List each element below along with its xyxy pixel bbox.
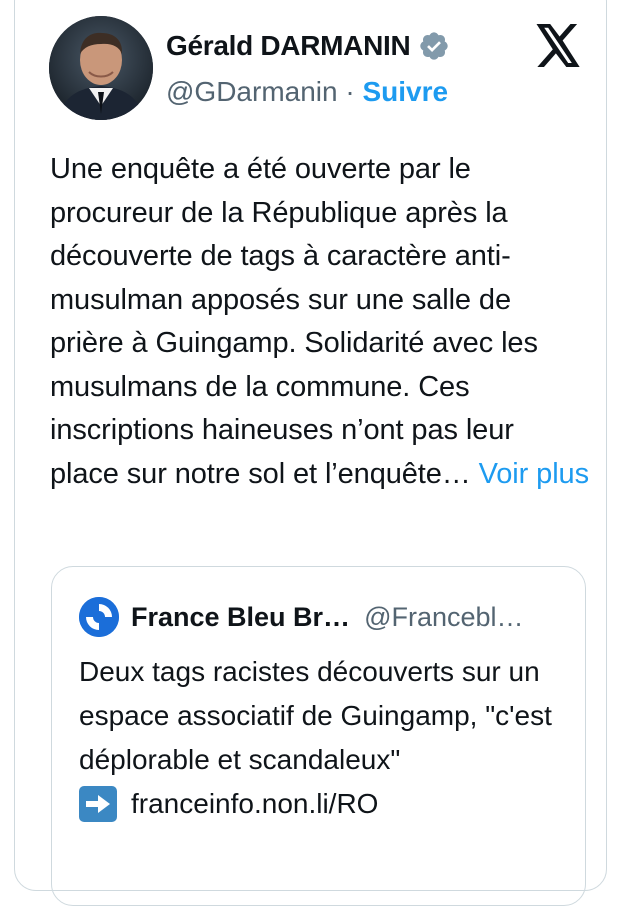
author-handle-row: @GDarmanin · Suivre xyxy=(166,76,448,108)
separator-dot: · xyxy=(345,76,355,107)
france-bleu-logo-icon xyxy=(79,597,119,637)
tweet-body: Une enquête a été ouverte par le procure… xyxy=(50,153,538,490)
quoted-link[interactable]: franceinfo.non.li/RO xyxy=(131,782,378,826)
avatar-image xyxy=(49,16,153,120)
quoted-author-handle: @Francebl… xyxy=(364,601,524,632)
tweet-text: Une enquête a été ouverte par le procure… xyxy=(50,148,590,496)
verified-badge-icon xyxy=(420,32,449,60)
author-handle[interactable]: @GDarmanin xyxy=(166,76,338,107)
quoted-author-name: France Bleu Br… xyxy=(131,601,351,632)
show-more-link[interactable]: Voir plus xyxy=(479,458,589,490)
right-arrow-emoji-icon xyxy=(79,786,117,822)
author-avatar[interactable] xyxy=(49,16,153,120)
quoted-tweet[interactable]: France Bleu Br… @Francebl… Deux tags rac… xyxy=(51,566,586,906)
quoted-text: Deux tags racistes découverts sur un esp… xyxy=(79,656,552,775)
author-name[interactable]: Gérald DARMANIN xyxy=(166,30,411,62)
quoted-link-row: franceinfo.non.li/RO xyxy=(79,782,559,826)
quoted-text-block: Deux tags racistes découverts sur un esp… xyxy=(79,650,559,826)
follow-button[interactable]: Suivre xyxy=(362,76,448,107)
x-logo-icon[interactable] xyxy=(533,24,583,68)
